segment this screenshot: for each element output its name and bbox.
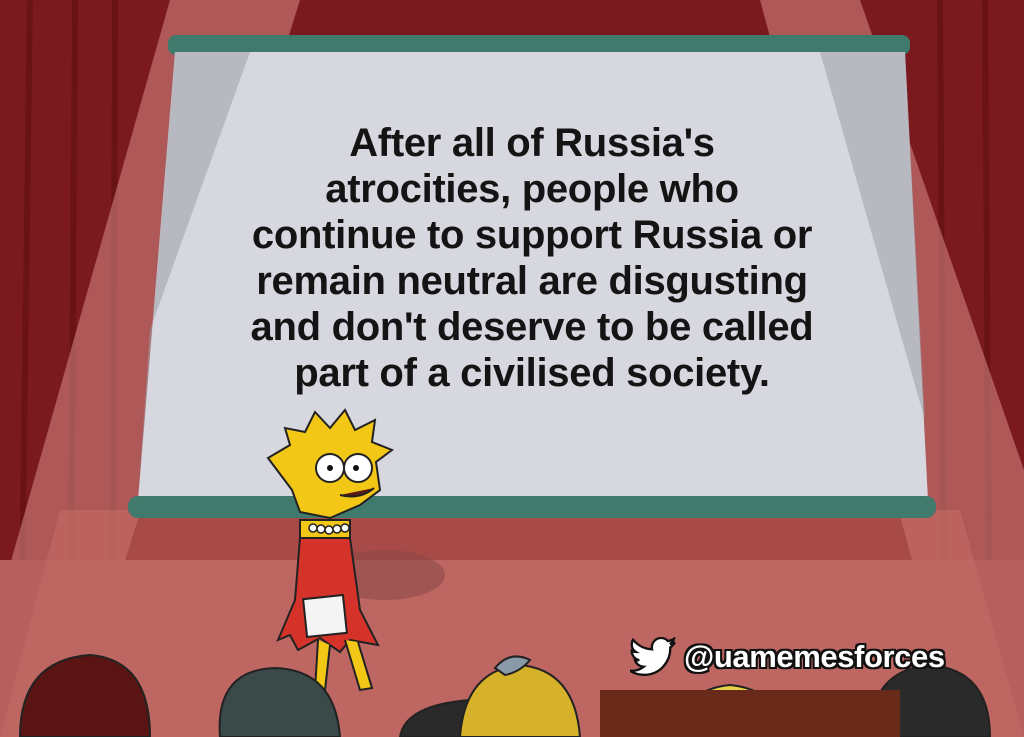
screen-bottom-bar <box>128 496 936 518</box>
slide-line: remain neutral are disgusting <box>256 259 808 303</box>
slide-line: part of a civilised society. <box>294 351 770 395</box>
slide-line: continue to support Russia or <box>251 213 813 257</box>
twitter-bird-icon <box>630 637 676 676</box>
slide-line: atrocities, people who <box>325 167 739 211</box>
meme-scene: After all of Russia's atrocities, people… <box>0 0 1024 737</box>
watermark-handle: @uamemesforces <box>684 639 945 674</box>
note-card <box>302 593 348 639</box>
slide-line: and don't deserve to be called <box>250 305 814 349</box>
slide-line: After all of Russia's <box>349 121 715 165</box>
watermark: @uamemesforces <box>630 632 945 682</box>
slide-text: After all of Russia's atrocities, people… <box>200 120 864 396</box>
